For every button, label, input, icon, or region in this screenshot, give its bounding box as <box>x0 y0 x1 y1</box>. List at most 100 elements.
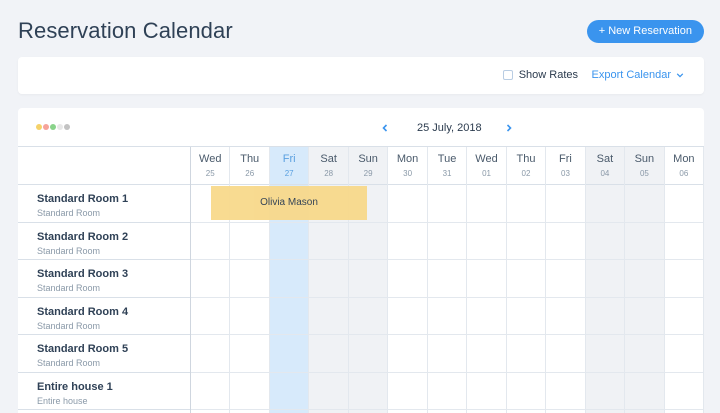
calendar-cell[interactable] <box>309 298 348 335</box>
calendar-cell[interactable] <box>546 185 585 223</box>
calendar-cell[interactable] <box>625 335 664 373</box>
booking-block[interactable]: Olivia Mason <box>211 186 367 220</box>
calendar-cell[interactable] <box>467 223 506 260</box>
calendar-cell[interactable] <box>309 223 348 260</box>
calendar-cell[interactable] <box>388 373 427 410</box>
calendar-cell[interactable] <box>546 298 585 335</box>
calendar-cell[interactable] <box>585 335 625 373</box>
room-row[interactable]: Standard Room 3 Standard Room <box>18 260 190 298</box>
calendar-cell[interactable] <box>388 185 427 223</box>
calendar-cell[interactable] <box>506 223 546 260</box>
calendar-cell[interactable] <box>664 260 704 298</box>
calendar-cell[interactable] <box>427 373 467 410</box>
calendar-cell[interactable] <box>506 260 546 298</box>
room-row[interactable]: Standard Room 4 Standard Room <box>18 298 190 335</box>
calendar-cell[interactable] <box>625 373 664 410</box>
calendar-cell[interactable] <box>191 335 230 373</box>
calendar-cell[interactable] <box>269 298 309 335</box>
calendar-cell[interactable] <box>467 335 506 373</box>
room-name: Standard Room 3 <box>37 268 129 280</box>
calendar-cell[interactable] <box>230 373 269 410</box>
calendar-cell[interactable] <box>269 373 309 410</box>
calendar-cell[interactable] <box>230 223 269 260</box>
calendar-cell[interactable] <box>467 260 506 298</box>
calendar-cell[interactable] <box>388 260 427 298</box>
calendar-cell[interactable] <box>309 260 348 298</box>
room-row[interactable]: Standard Room 5 Standard Room <box>18 335 190 373</box>
new-reservation-button[interactable]: + New Reservation <box>586 20 704 43</box>
page-title: Reservation Calendar <box>18 18 233 43</box>
export-calendar-dropdown[interactable]: Export Calendar <box>592 69 685 81</box>
day-number: 26 <box>245 169 255 178</box>
calendar-cell[interactable] <box>467 298 506 335</box>
prev-arrow-icon[interactable] <box>378 121 392 135</box>
room-row[interactable]: Entire house 1 Entire house <box>18 373 190 410</box>
day-name: Mon <box>673 153 695 165</box>
calendar-cell[interactable] <box>348 373 388 410</box>
calendar-cell[interactable] <box>427 260 467 298</box>
calendar-cell[interactable] <box>427 223 467 260</box>
calendar-cell[interactable] <box>309 335 348 373</box>
calendar-cell[interactable] <box>269 260 309 298</box>
calendar-cell[interactable] <box>348 298 388 335</box>
calendar-cell[interactable] <box>625 185 664 223</box>
show-rates-checkbox[interactable] <box>502 70 513 80</box>
calendar-cell[interactable] <box>546 373 585 410</box>
calendar-cell[interactable] <box>664 335 704 373</box>
calendar-cell[interactable] <box>664 185 704 223</box>
calendar-cell[interactable] <box>467 373 506 410</box>
day-header: Fri 27 <box>269 147 309 185</box>
day-name: Sun <box>358 153 378 165</box>
calendar-cell[interactable] <box>506 373 546 410</box>
calendar-cell[interactable] <box>664 373 704 410</box>
calendar-cell[interactable] <box>585 185 625 223</box>
calendar-cell[interactable] <box>388 335 427 373</box>
calendar-cell[interactable] <box>506 298 546 335</box>
next-arrow-icon[interactable] <box>502 121 516 135</box>
calendar-cell[interactable] <box>230 335 269 373</box>
calendar-cell[interactable] <box>506 335 546 373</box>
calendar-cell[interactable] <box>546 335 585 373</box>
day-number: 25 <box>205 169 215 178</box>
calendar-cell[interactable] <box>191 298 230 335</box>
calendar-cell[interactable] <box>427 185 467 223</box>
day-number: 01 <box>482 169 491 178</box>
calendar-cell[interactable] <box>546 260 585 298</box>
calendar-cell[interactable] <box>348 260 388 298</box>
calendar-cell[interactable] <box>546 223 585 260</box>
calendar-cell[interactable] <box>625 223 664 260</box>
calendar-cell[interactable] <box>348 223 388 260</box>
day-header: Sun 05 <box>625 147 664 185</box>
calendar-cell[interactable] <box>230 298 269 335</box>
calendar-cell[interactable] <box>664 223 704 260</box>
date-navigation: 25 July, 2018 <box>18 121 704 135</box>
calendar-cell[interactable] <box>388 223 427 260</box>
calendar-cell[interactable] <box>427 335 467 373</box>
show-rates-toggle[interactable]: Show Rates <box>502 69 578 81</box>
day-number: 30 <box>403 169 413 178</box>
day-header: Mon 30 <box>388 147 427 185</box>
calendar-cell[interactable] <box>191 260 230 298</box>
room-type: Entire house <box>37 395 88 406</box>
calendar-cell[interactable] <box>427 298 467 335</box>
calendar-cell[interactable] <box>585 260 625 298</box>
calendar-cell[interactable] <box>585 298 625 335</box>
room-row[interactable]: Standard Room 1 Standard Room <box>18 185 190 223</box>
calendar-cell[interactable] <box>625 298 664 335</box>
room-row[interactable]: Standard Room 2 Standard Room <box>18 223 190 260</box>
room-name: Standard Room 2 <box>37 230 129 243</box>
calendar-cell[interactable] <box>388 298 427 335</box>
calendar-cell[interactable] <box>467 185 506 223</box>
calendar-cell[interactable] <box>230 260 269 298</box>
calendar-cell[interactable] <box>191 373 230 410</box>
calendar-cell[interactable] <box>191 223 230 260</box>
calendar-cell[interactable] <box>269 223 309 260</box>
calendar-cell[interactable] <box>269 335 309 373</box>
calendar-cell[interactable] <box>585 373 625 410</box>
calendar-cell[interactable] <box>585 223 625 260</box>
calendar-cell[interactable] <box>506 185 546 223</box>
calendar-cell[interactable] <box>309 373 348 410</box>
calendar-cell[interactable] <box>625 260 664 298</box>
calendar-cell[interactable] <box>348 335 388 373</box>
calendar-cell[interactable] <box>664 298 704 335</box>
